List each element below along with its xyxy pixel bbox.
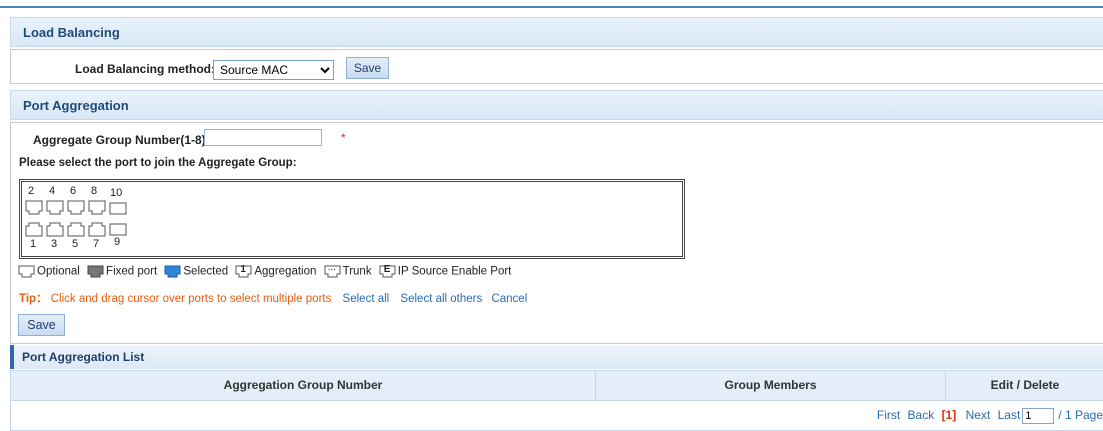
- legend-optional: Optional: [18, 265, 80, 278]
- cancel-link[interactable]: Cancel: [491, 293, 527, 305]
- aggregation-icon-text: 1: [240, 264, 246, 275]
- legend-selected: Selected: [164, 265, 228, 278]
- column-group-members: Group Members: [724, 378, 817, 392]
- pagination-controls: First Back [1] Next Last / 1 Page: [873, 408, 1103, 424]
- list-table-header: Aggregation Group Number Group Members E…: [10, 370, 1103, 401]
- load-balancing-panel: Load Balancing method: Source MAC Save: [10, 49, 1103, 84]
- select-port-instruction: Please select the port to join the Aggre…: [19, 157, 297, 169]
- page-number-input[interactable]: [1022, 408, 1055, 424]
- current-page-indicator: [1]: [941, 408, 957, 423]
- trunk-icon-text: ...: [327, 262, 336, 273]
- port-4-icon[interactable]: [46, 200, 64, 215]
- port-number-5: 5: [72, 238, 79, 250]
- port-aggregation-panel: Aggregate Group Number(1-8): * Please se…: [10, 122, 1103, 344]
- port-number-3: 3: [51, 238, 58, 250]
- load-balancing-method-label: Load Balancing method:: [75, 62, 216, 76]
- port-7-icon[interactable]: [88, 222, 106, 237]
- port-panel: 2 4 6 8 10 1 3 5 7 9: [19, 179, 685, 259]
- legend-trunk: ... Trunk: [324, 262, 372, 278]
- select-all-link[interactable]: Select all: [343, 293, 390, 305]
- required-mark: *: [341, 131, 346, 145]
- port-number-1: 1: [30, 238, 37, 250]
- total-pages: / 1 Page: [1058, 408, 1103, 423]
- legend-aggregation-label: Aggregation: [254, 265, 317, 278]
- fixed-port-icon: [87, 265, 104, 278]
- legend-trunk-label: Trunk: [342, 265, 372, 278]
- legend-ip-source-label: IP Source Enable Port: [397, 265, 512, 278]
- port-2-icon[interactable]: [25, 200, 43, 215]
- port-number-8: 8: [91, 185, 98, 197]
- port-aggregation-list-title: Port Aggregation List: [22, 350, 145, 364]
- back-page-link[interactable]: Back: [908, 408, 935, 422]
- port-9-icon[interactable]: [109, 222, 127, 237]
- group-number-label: Aggregate Group Number(1-8):: [33, 133, 210, 147]
- ip-source-icon-text: E: [383, 264, 391, 275]
- aggregation-port-icon: 1: [235, 264, 252, 278]
- load-balancing-title: Load Balancing: [23, 25, 120, 40]
- legend-fixed-label: Fixed port: [106, 265, 158, 278]
- tip-text: Tip： Click and drag cursor over ports to…: [19, 293, 331, 305]
- tip-message: Click and drag cursor over ports to sele…: [50, 293, 332, 305]
- port-number-9: 9: [114, 236, 121, 248]
- port-aggregation-title: Port Aggregation: [23, 98, 129, 113]
- port-number-2: 2: [28, 185, 35, 197]
- column-aggregation-group-number: Aggregation Group Number: [223, 378, 383, 392]
- legend-selected-label: Selected: [183, 265, 229, 278]
- load-balancing-method-select[interactable]: Source MAC: [213, 60, 334, 80]
- port-10-icon[interactable]: [109, 201, 127, 216]
- legend-optional-label: Optional: [37, 265, 80, 278]
- ip-source-port-icon: E: [379, 264, 396, 278]
- select-all-others-link[interactable]: Select all others: [400, 293, 482, 305]
- port-number-7: 7: [93, 238, 100, 250]
- load-balancing-header: Load Balancing: [10, 17, 1103, 47]
- load-balancing-save-button[interactable]: Save: [346, 57, 389, 79]
- port-5-icon[interactable]: [67, 222, 85, 237]
- tip-prefix: Tip：: [19, 293, 48, 305]
- last-page-link[interactable]: Last: [998, 408, 1021, 422]
- port-number-4: 4: [49, 185, 56, 197]
- port-aggregation-list-header: Port Aggregation List: [10, 345, 1103, 369]
- pagination-bar: First Back [1] Next Last / 1 Page: [10, 401, 1103, 431]
- group-number-input[interactable]: [204, 129, 322, 146]
- top-border: [0, 0, 1103, 8]
- port-aggregation-save-button[interactable]: Save: [18, 314, 65, 336]
- legend-aggregation: 1 Aggregation: [235, 264, 317, 278]
- trunk-port-icon: ...: [324, 262, 341, 278]
- port-aggregation-header: Port Aggregation: [10, 90, 1103, 120]
- port-3-icon[interactable]: [46, 222, 64, 237]
- port-legend: Optional Fixed port Selected 1 Aggregati…: [18, 262, 515, 281]
- tip-row: Tip： Click and drag cursor over ports to…: [19, 290, 527, 306]
- port-6-icon[interactable]: [67, 200, 85, 215]
- port-number-10: 10: [110, 187, 123, 199]
- legend-ip-source: E IP Source Enable Port: [379, 264, 512, 278]
- first-page-link[interactable]: First: [877, 408, 900, 422]
- next-page-link[interactable]: Next: [966, 408, 991, 422]
- port-1-icon[interactable]: [25, 222, 43, 237]
- port-number-6: 6: [70, 185, 77, 197]
- selected-port-icon: [164, 265, 181, 278]
- optional-port-icon: [18, 265, 35, 278]
- port-8-icon[interactable]: [88, 200, 106, 215]
- column-edit-delete: Edit / Delete: [990, 378, 1060, 392]
- legend-fixed: Fixed port: [87, 265, 157, 278]
